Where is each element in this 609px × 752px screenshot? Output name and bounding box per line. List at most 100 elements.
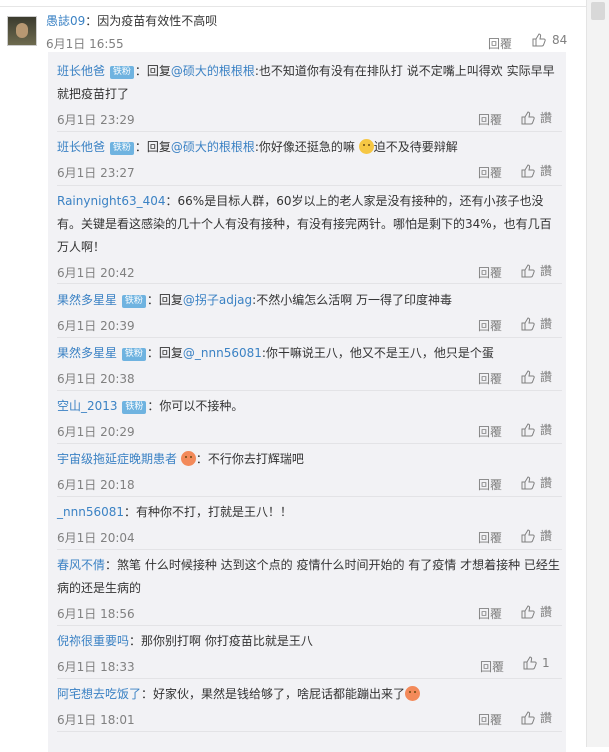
reply-text: 好家伙，果然是钱给够了，啥屁话都能蹦出来了 <box>153 687 406 701</box>
reply-text: :不然小编怎么活啊 万一得了印度神毒 <box>252 293 453 307</box>
reply-text: :你干嘛说王八，他又不是王八，他只是个蛋 <box>261 346 494 360</box>
reply-item: 春风不倩：煞笔 什么时候接种 达到这个点的 疫情什么时间开始的 有了疫情 才想着… <box>57 554 562 621</box>
reply-text: 你可以不接种。 <box>159 399 244 413</box>
like-count: 1 <box>542 656 550 670</box>
reply-item: Rainynight63_404：66%是目标人群，60岁以上的老人家是没有接种… <box>57 190 562 280</box>
like-label: 讚 <box>540 164 553 178</box>
divider <box>57 185 562 186</box>
like-button[interactable]: 讚 <box>521 474 552 491</box>
reply-text-line: 果然多星星 铁粉 ：回复@_nnn56081:你干嘛说王八，他又不是王八，他只是个… <box>57 342 562 365</box>
avatar[interactable] <box>7 16 37 46</box>
reply-item: 空山_2013 铁粉 ：你可以不接种。 6月1日 20:29 回覆 讚 <box>57 395 562 439</box>
thumbs-up-icon <box>521 422 535 437</box>
like-button[interactable]: 讚 <box>521 315 552 332</box>
like-button[interactable]: 讚 <box>521 109 552 126</box>
reply-username[interactable]: _nnn56081 <box>57 505 124 519</box>
reply-username[interactable]: 空山_2013 <box>57 399 118 413</box>
reply-prefix: ： <box>124 505 137 519</box>
reply-prefix: ：回复 <box>134 140 171 154</box>
reply-mention[interactable]: @拐子adjag <box>183 293 252 307</box>
thumbs-up-icon <box>521 316 535 331</box>
reply-button[interactable]: 回覆 <box>478 164 502 181</box>
emoji-icon <box>358 139 374 154</box>
like-label: 讚 <box>540 711 553 725</box>
reply-item: 宇宙级拖延症晚期患者 ：不行你去打辉瑞吧 6月1日 20:18 回覆 讚 <box>57 448 562 492</box>
divider <box>57 337 562 338</box>
like-button[interactable]: 84 <box>532 33 567 47</box>
reply-mention[interactable]: @_nnn56081 <box>183 346 262 360</box>
reply-username[interactable]: 果然多星星 <box>57 346 117 360</box>
like-label: 讚 <box>540 317 553 331</box>
reply-prefix: ： <box>195 452 208 466</box>
like-count: 84 <box>552 33 568 47</box>
reply-time: 6月1日 18:33 <box>57 660 135 674</box>
reply-text: 不行你去打辉瑞吧 <box>207 452 304 466</box>
reply-mention[interactable]: @硕大的根根根 <box>171 64 255 78</box>
like-button[interactable]: 讚 <box>521 262 552 279</box>
reply-text-line: 春风不倩：煞笔 什么时候接种 达到这个点的 疫情什么时间开始的 有了疫情 才想着… <box>57 554 562 600</box>
reply-username[interactable]: 春风不倩 <box>57 558 105 572</box>
divider <box>57 390 562 391</box>
reply-button[interactable]: 回覆 <box>478 711 502 728</box>
reply-prefix: ：回复 <box>146 346 183 360</box>
like-label: 讚 <box>540 264 553 278</box>
like-label: 讚 <box>540 423 553 437</box>
divider <box>57 625 562 626</box>
divider <box>57 283 562 284</box>
reply-button[interactable]: 回覆 <box>478 317 502 334</box>
reply-username[interactable]: 班长他爸 <box>57 140 105 154</box>
like-button[interactable]: 讚 <box>521 368 552 385</box>
fan-badge: 铁粉 <box>122 401 147 414</box>
reply-mention[interactable]: @硕大的根根根 <box>171 140 255 154</box>
reply-prefix: ： <box>147 399 160 413</box>
reply-username[interactable]: Rainynight63_404 <box>57 194 166 208</box>
divider <box>57 549 562 550</box>
divider <box>57 131 562 132</box>
like-button[interactable]: 讚 <box>521 709 552 726</box>
thumbs-up-icon <box>532 33 546 47</box>
thumbs-up-icon <box>521 528 535 543</box>
comment-text: 因为疫苗有效性不高呗 <box>97 14 218 28</box>
thumbs-up-icon <box>521 163 535 178</box>
reply-text: :你好像还挺急的嘛 <box>254 140 355 154</box>
like-button[interactable]: 讚 <box>521 421 552 438</box>
like-label: 讚 <box>540 476 553 490</box>
reply-prefix: ： <box>129 634 142 648</box>
like-label: 讚 <box>540 370 553 384</box>
reply-button[interactable]: 回覆 <box>488 35 512 52</box>
reply-button[interactable]: 回覆 <box>478 264 502 281</box>
reply-item: 班长他爸 铁粉 ：回复@硕大的根根根:你好像还挺急的嘛 迫不及待要辩解 6月1日 … <box>57 136 562 180</box>
reply-button[interactable]: 回覆 <box>478 423 502 440</box>
scrollbar-thumb[interactable] <box>591 2 605 20</box>
reply-username[interactable]: 果然多星星 <box>57 293 117 307</box>
divider <box>57 678 562 679</box>
reply-username[interactable]: 宇宙级拖延症晚期患者 <box>57 452 177 466</box>
fan-badge: 铁粉 <box>109 66 134 79</box>
reply-text-line: 倪祢很重要吗：那你别打啊 你打疫苗比就是王八 <box>57 630 562 653</box>
like-button[interactable]: 讚 <box>521 603 552 620</box>
reply-time: 6月1日 23:27 <box>57 166 135 180</box>
reply-button[interactable]: 回覆 <box>480 658 504 675</box>
reply-prefix: ： <box>141 687 154 701</box>
like-button[interactable]: 讚 <box>521 162 552 179</box>
reply-button[interactable]: 回覆 <box>478 111 502 128</box>
reply-button[interactable]: 回覆 <box>478 529 502 546</box>
reply-item: 阿宅想去吃饭了：好家伙，果然是钱给够了，啥屁话都能蹦出来了 6月1日 18:01… <box>57 683 562 727</box>
reply-username[interactable]: 班长他爸 <box>57 64 105 78</box>
like-button[interactable]: 讚 <box>521 527 552 544</box>
reply-username[interactable]: 倪祢很重要吗 <box>57 634 129 648</box>
scrollbar[interactable] <box>586 0 609 747</box>
comment-username[interactable]: 愚誌09 <box>46 14 85 28</box>
thumbs-up-icon <box>521 263 535 278</box>
reply-username[interactable]: 阿宅想去吃饭了 <box>57 687 141 701</box>
like-label: 讚 <box>540 529 553 543</box>
divider <box>57 731 562 732</box>
reply-text-line: 果然多星星 铁粉 ：回复@拐子adjag:不然小编怎么活啊 万一得了印度神毒 <box>57 289 562 312</box>
reply-item: 倪祢很重要吗：那你别打啊 你打疫苗比就是王八 6月1日 18:33 回覆 1 <box>57 630 562 674</box>
like-button[interactable]: 1 <box>523 656 550 670</box>
reply-button[interactable]: 回覆 <box>478 605 502 622</box>
reply-button[interactable]: 回覆 <box>478 370 502 387</box>
top-border <box>0 0 586 7</box>
reply-button[interactable]: 回覆 <box>478 476 502 493</box>
reply-text: 那你别打啊 你打疫苗比就是王八 <box>141 634 313 648</box>
